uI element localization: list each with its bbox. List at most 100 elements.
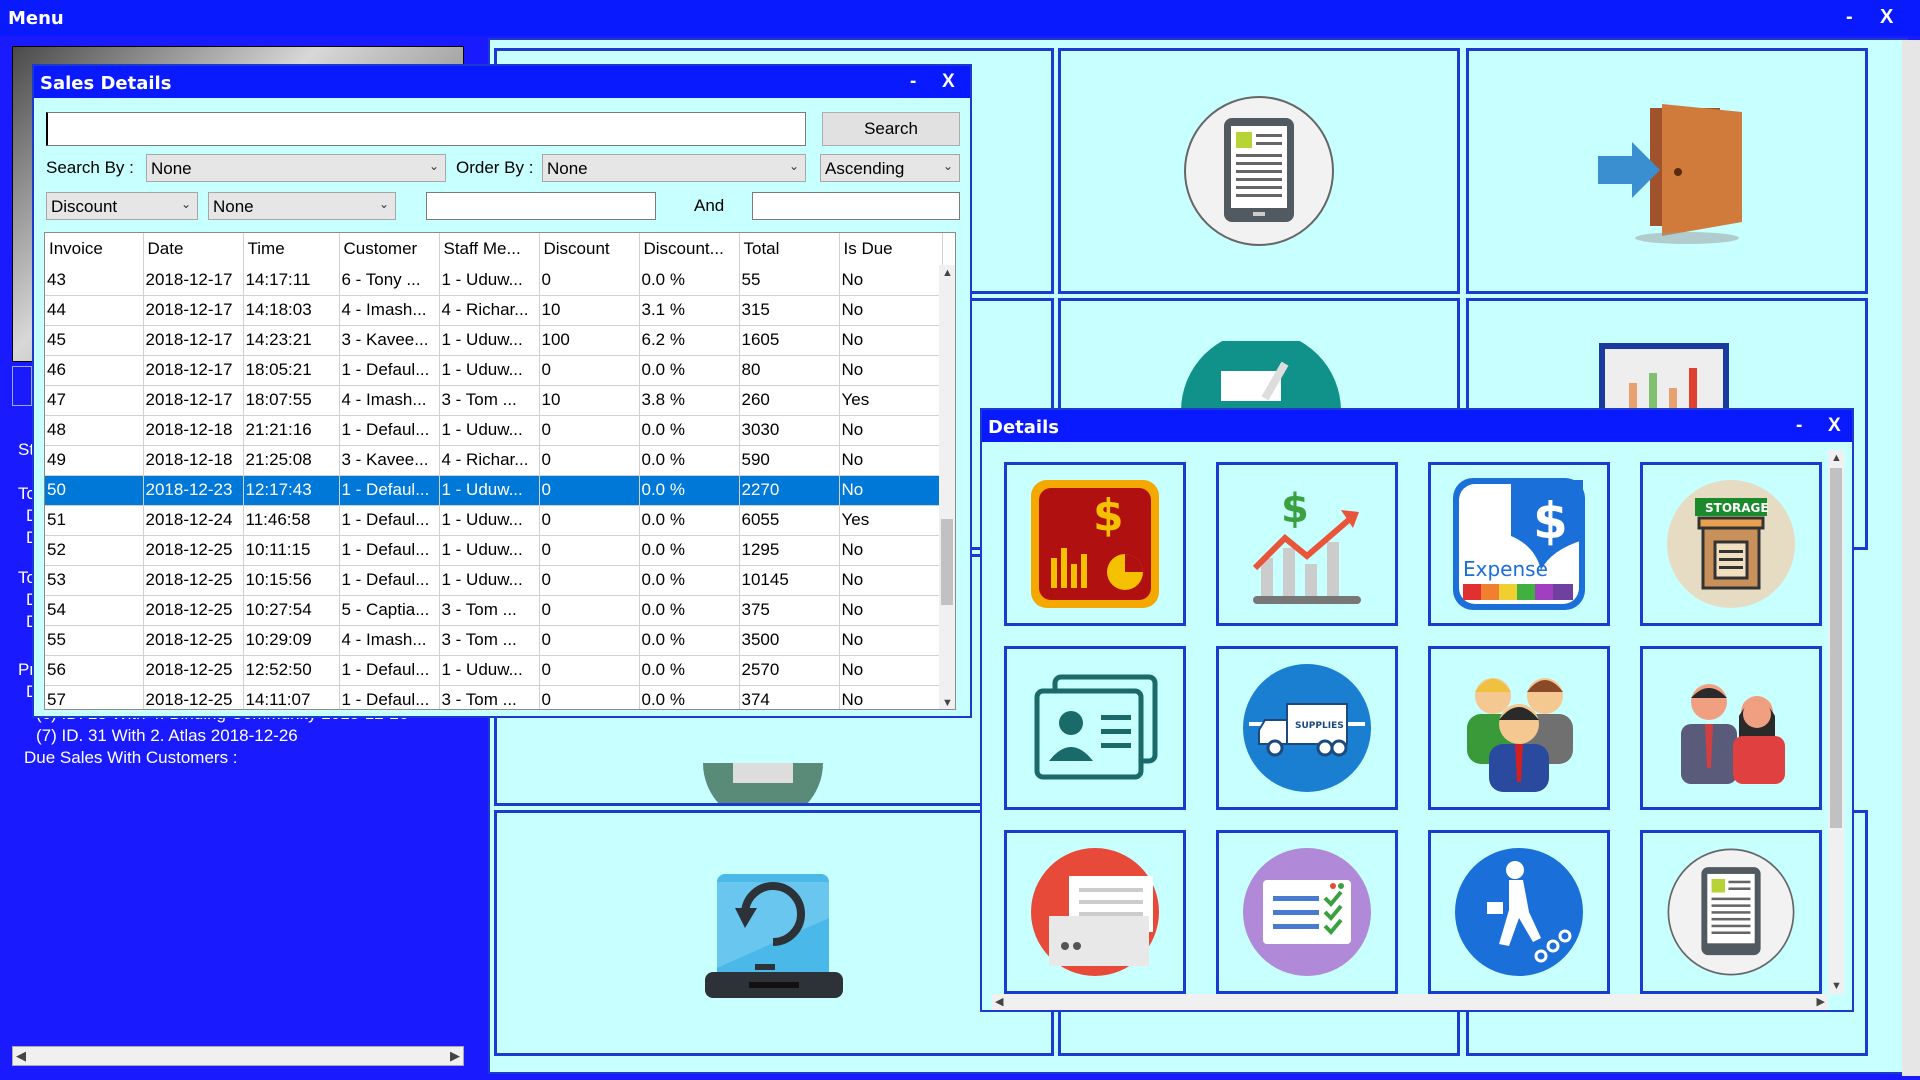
table-cell: 1 - Uduw... bbox=[439, 415, 540, 446]
table-row[interactable]: 43 2018-12-17 14:17:11 6 - Tony ... 1 - Uduw… bbox=[45, 265, 943, 296]
column-header[interactable]: Time bbox=[243, 233, 340, 265]
table-row[interactable]: 47 2018-12-17 18:07:55 4 - Imash... 3 - Tom … bbox=[45, 385, 943, 416]
table-cell: 0.0 % bbox=[639, 505, 740, 536]
table-cell: 0.0 % bbox=[639, 595, 740, 626]
scroll-down-icon[interactable]: ▼ bbox=[942, 697, 953, 709]
table-row[interactable]: 46 2018-12-17 18:05:21 1 - Defaul... 1 - Udu… bbox=[45, 355, 943, 386]
table-cell: 0 bbox=[539, 565, 640, 596]
supplies-label: SUPPLIES bbox=[1295, 721, 1344, 731]
table-row[interactable]: 48 2018-12-18 21:21:16 1 - Defaul... 1 - Udu… bbox=[45, 415, 943, 446]
filter-operator-value: None bbox=[213, 197, 254, 216]
menu-tile-exit[interactable] bbox=[1466, 48, 1868, 294]
filter-operator-select[interactable]: None ⌄ bbox=[208, 192, 396, 220]
table-cell: 10:29:09 bbox=[243, 625, 340, 656]
column-header[interactable]: Discount... bbox=[639, 233, 740, 265]
details-tile-business[interactable] bbox=[1428, 830, 1610, 994]
table-cell: 0 bbox=[539, 595, 640, 626]
details-tile-sales-report[interactable]: $ bbox=[1004, 462, 1186, 626]
table-cell: 3 - Kavee... bbox=[339, 325, 440, 356]
table-cell: 21:21:16 bbox=[243, 415, 340, 446]
scroll-right-icon[interactable]: ▶ bbox=[450, 1048, 460, 1064]
details-tile-expense[interactable]: $ Expense bbox=[1428, 462, 1610, 626]
scroll-thumb[interactable] bbox=[941, 519, 953, 605]
details-tile-supplies[interactable]: SUPPLIES bbox=[1216, 646, 1398, 810]
table-row[interactable]: 49 2018-12-18 21:25:08 3 - Kavee... 4 - Rich… bbox=[45, 445, 943, 476]
table-cell: 0 bbox=[539, 475, 640, 506]
table-row[interactable]: 53 2018-12-25 10:15:56 1 - Defaul... 1 - Udu… bbox=[45, 565, 943, 596]
details-close-button[interactable]: X bbox=[1828, 415, 1841, 437]
details-tile-print[interactable] bbox=[1004, 830, 1186, 994]
column-header[interactable]: Staff Me... bbox=[439, 233, 540, 265]
details-minimize-button[interactable]: - bbox=[1796, 415, 1802, 437]
details-vertical-scrollbar[interactable]: ▲ ▼ bbox=[1828, 450, 1844, 994]
range-to-input[interactable] bbox=[752, 192, 960, 220]
table-cell: 1 - Uduw... bbox=[439, 655, 540, 686]
scroll-down-icon[interactable]: ▼ bbox=[1831, 980, 1842, 992]
table-row[interactable]: 54 2018-12-25 10:27:54 5 - Captia... 3 - Tom… bbox=[45, 595, 943, 626]
sales-details-minimize-button[interactable]: - bbox=[910, 71, 916, 93]
table-cell: No bbox=[839, 685, 943, 709]
table-cell: No bbox=[839, 265, 943, 296]
table-row[interactable]: 45 2018-12-17 14:23:21 3 - Kavee... 1 - Uduw… bbox=[45, 325, 943, 356]
details-tile-staff[interactable] bbox=[1640, 646, 1822, 810]
details-horizontal-scrollbar[interactable]: ◀ ▶ bbox=[992, 994, 1828, 1010]
table-row[interactable]: 57 2018-12-25 14:11:07 1 - Defaul... 3 - Tom… bbox=[45, 685, 943, 709]
sort-direction-select[interactable]: Ascending ⌄ bbox=[820, 154, 960, 182]
search-by-select[interactable]: None ⌄ bbox=[146, 154, 446, 182]
table-cell: 2018-12-17 bbox=[143, 355, 244, 386]
table-row[interactable]: 56 2018-12-25 12:52:50 1 - Defaul... 1 - Udu… bbox=[45, 655, 943, 686]
main-close-button[interactable]: X bbox=[1880, 6, 1893, 29]
sales-report-icon: $ bbox=[1031, 480, 1159, 608]
details-tile-checklist[interactable] bbox=[1216, 830, 1398, 994]
column-header[interactable]: Invoice bbox=[45, 233, 144, 265]
exit-door-icon bbox=[1598, 104, 1742, 244]
order-by-select[interactable]: None ⌄ bbox=[542, 154, 806, 182]
details-tile-customers[interactable] bbox=[1428, 646, 1610, 810]
scroll-up-icon[interactable]: ▲ bbox=[942, 267, 953, 279]
table-row[interactable]: 51 2018-12-24 11:46:58 1 - Defaul... 1 - Udu… bbox=[45, 505, 943, 536]
sales-table[interactable]: Invoice Date Time Customer Staff Me... Discou… bbox=[44, 232, 956, 710]
sales-details-title-bar[interactable]: Sales Details - X bbox=[34, 66, 970, 98]
scroll-up-icon[interactable]: ▲ bbox=[1831, 452, 1842, 464]
search-button[interactable]: Search bbox=[822, 112, 960, 146]
left-panel-tab[interactable] bbox=[12, 366, 32, 406]
details-tile-contacts[interactable] bbox=[1004, 646, 1186, 810]
column-header[interactable]: Date bbox=[143, 233, 244, 265]
table-cell: 0.0 % bbox=[639, 535, 740, 566]
filter-field-select[interactable]: Discount ⌄ bbox=[46, 192, 198, 220]
table-cell: No bbox=[839, 565, 943, 596]
column-header[interactable]: Total bbox=[739, 233, 840, 265]
scroll-left-icon[interactable]: ◀ bbox=[16, 1048, 26, 1064]
details-tile-storage[interactable]: STORAGE bbox=[1640, 462, 1822, 626]
table-row[interactable]: 55 2018-12-25 10:29:09 4 - Imash... 3 - Tom … bbox=[45, 625, 943, 656]
table-row[interactable]: 50 2018-12-23 12:17:43 1 - Defaul... 1 - Udu… bbox=[45, 475, 943, 506]
column-header[interactable]: Discount bbox=[539, 233, 640, 265]
table-vertical-scrollbar[interactable]: ▲ ▼ bbox=[939, 265, 955, 709]
details-tile-document[interactable] bbox=[1640, 830, 1822, 994]
scroll-left-icon[interactable]: ◀ bbox=[995, 995, 1003, 1008]
details-tile-profit[interactable]: $ bbox=[1216, 462, 1398, 626]
search-input[interactable] bbox=[46, 112, 806, 146]
details-scroll-thumb[interactable] bbox=[1830, 468, 1842, 828]
table-cell: 3 - Tom ... bbox=[439, 685, 540, 709]
details-title-bar[interactable]: Details - X bbox=[982, 410, 1852, 442]
right-vertical-scrollbar[interactable] bbox=[1902, 40, 1920, 1076]
table-cell: 375 bbox=[739, 595, 840, 626]
column-header[interactable]: Customer bbox=[339, 233, 440, 265]
menu-tile-backup[interactable] bbox=[494, 810, 1054, 1056]
sales-details-close-button[interactable]: X bbox=[942, 71, 955, 93]
table-cell: 1 - Defaul... bbox=[339, 505, 440, 536]
menu-tile-document[interactable] bbox=[1058, 48, 1460, 294]
edit-form-icon bbox=[1181, 341, 1341, 411]
table-row[interactable]: 44 2018-12-17 14:18:03 4 - Imash... 4 - Rich… bbox=[45, 295, 943, 326]
table-cell: 80 bbox=[739, 355, 840, 386]
column-header[interactable]: Is Due bbox=[839, 233, 943, 265]
left-horizontal-scrollbar[interactable]: ◀ ▶ bbox=[12, 1046, 464, 1066]
range-from-input[interactable] bbox=[426, 192, 656, 220]
main-minimize-button[interactable]: - bbox=[1846, 6, 1853, 29]
chevron-down-icon: ⌄ bbox=[428, 159, 439, 173]
table-cell: 43 bbox=[45, 265, 144, 296]
table-row[interactable]: 52 2018-12-25 10:11:15 1 - Defaul... 1 - Udu… bbox=[45, 535, 943, 566]
table-cell: 1 - Uduw... bbox=[439, 475, 540, 506]
scroll-right-icon[interactable]: ▶ bbox=[1817, 995, 1825, 1008]
